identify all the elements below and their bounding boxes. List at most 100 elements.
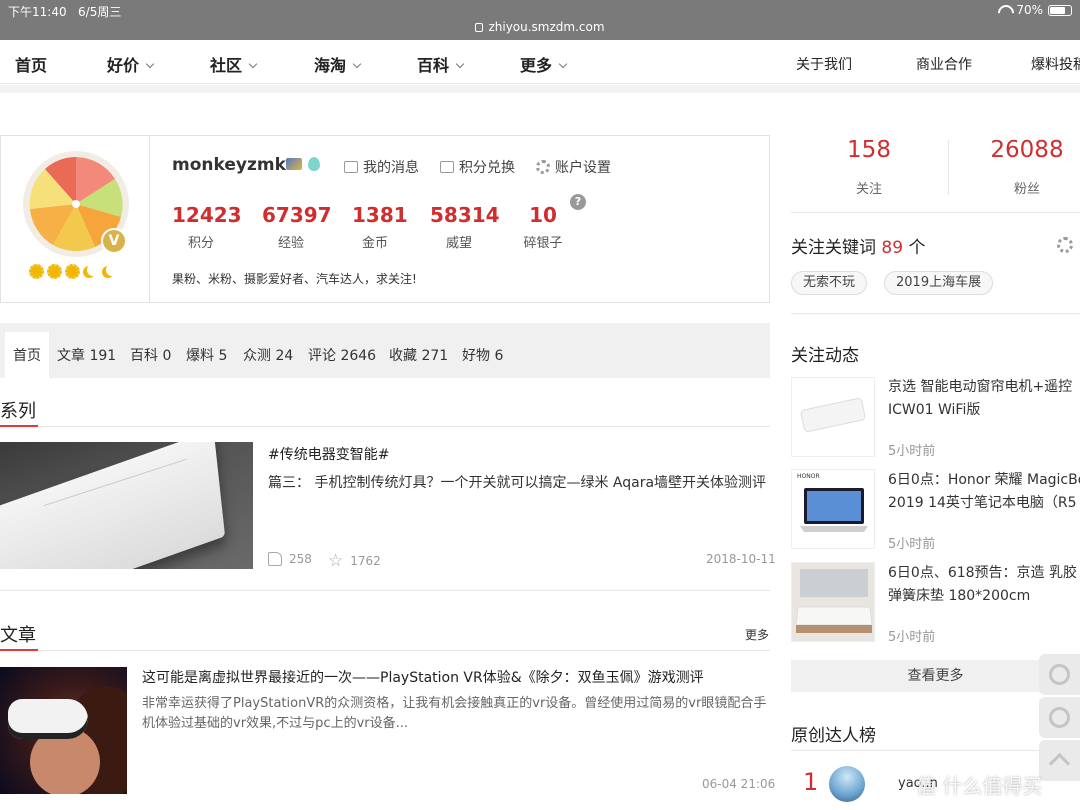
feed-item-text[interactable]: 6日0点：Honor 荣耀 MagicBo 2019 14英寸笔记本电脑（R5 bbox=[888, 469, 1080, 515]
points-exchange-label: 积分兑换 bbox=[459, 160, 515, 176]
verified-badge: V bbox=[101, 228, 127, 254]
sun-icon bbox=[47, 264, 62, 279]
vr-headset-graphic bbox=[8, 699, 88, 739]
series-article-title[interactable]: 篇三： 手机控制传统灯具？一个开关就可以搞定—绿米 Aqara墙壁开关体验测评 bbox=[268, 472, 768, 494]
tab-goods[interactable]: 好物 6 bbox=[462, 345, 503, 365]
series-thumbnail[interactable] bbox=[0, 442, 253, 569]
series-heading: 系列 bbox=[0, 401, 36, 422]
feed-item-time: 5小时前 bbox=[888, 537, 936, 552]
stat-prestige-value: 58314 bbox=[430, 203, 500, 227]
stat-exp-label: 经验 bbox=[277, 236, 304, 251]
series-underline bbox=[0, 425, 38, 427]
account-settings-link[interactable]: 账户设置 bbox=[536, 157, 611, 177]
wifi-icon bbox=[997, 5, 1011, 15]
star-icon: ☆ bbox=[328, 551, 344, 571]
watermark: 值 什么值得买 bbox=[916, 774, 1043, 798]
stat-points-label: 积分 bbox=[187, 236, 214, 251]
chevron-down-icon bbox=[248, 59, 258, 69]
tab-home[interactable]: 首页 bbox=[5, 332, 49, 378]
status-bar: 下午11:40 6/5周三 zhiyou.smzdm.com 70% bbox=[0, 0, 1080, 40]
article-thumbnail[interactable] bbox=[0, 667, 127, 794]
nav-more[interactable]: 更多 bbox=[520, 52, 568, 76]
avatar[interactable] bbox=[829, 766, 865, 802]
tab-tests[interactable]: 众测 24 bbox=[243, 345, 293, 365]
nav-divider bbox=[0, 85, 1080, 93]
stat-prestige-label: 威望 bbox=[445, 236, 472, 251]
stat-exp[interactable]: 67397 经验 bbox=[262, 203, 332, 251]
nav-submit[interactable]: 爆料投稿 bbox=[1031, 54, 1080, 74]
nav-deals[interactable]: 好价 bbox=[107, 52, 155, 76]
chat-float-button[interactable] bbox=[1039, 654, 1080, 695]
series-likes-count: 258 bbox=[289, 552, 312, 566]
nav-more-label: 更多 bbox=[520, 56, 553, 75]
feed-item-image[interactable] bbox=[791, 377, 875, 457]
nav-overseas[interactable]: 海淘 bbox=[314, 52, 362, 76]
article-title[interactable]: 这可能是离虚拟世界最接近的一次——PlayStation VR体验&《除夕：双鱼… bbox=[142, 667, 704, 687]
series-divider bbox=[0, 426, 770, 427]
keyword-tag[interactable]: 2019上海车展 bbox=[884, 271, 994, 295]
tab-favorites[interactable]: 收藏 271 bbox=[389, 345, 448, 365]
tab-deals[interactable]: 爆料 5 bbox=[186, 345, 227, 365]
articles-heading: 文章 bbox=[0, 625, 36, 646]
envelope-icon bbox=[344, 161, 358, 173]
tab-wiki[interactable]: 百科 0 bbox=[130, 345, 171, 365]
rank-number: 1 bbox=[803, 768, 819, 796]
stat-points[interactable]: 12423 积分 bbox=[172, 203, 242, 251]
series-favs-count: 1762 bbox=[350, 554, 381, 568]
feed-item-line2: ICW01 WiFi版 bbox=[888, 402, 981, 418]
nav-home[interactable]: 首页 bbox=[15, 52, 47, 76]
feed-item-line2: 2019 14英寸笔记本电脑（R5 bbox=[888, 495, 1077, 511]
series-date: 2018-10-11 bbox=[706, 552, 776, 566]
see-more-button[interactable]: 查看更多 bbox=[791, 660, 1080, 692]
status-date: 6/5周三 bbox=[78, 5, 122, 19]
nav-community[interactable]: 社区 bbox=[210, 52, 258, 76]
nav-wiki[interactable]: 百科 bbox=[417, 52, 465, 76]
feed-item-line1: 6日0点：Honor 荣耀 MagicBo bbox=[888, 472, 1080, 488]
drop-icon bbox=[308, 157, 320, 171]
stat-prestige[interactable]: 58314 威望 bbox=[430, 203, 500, 251]
moon-icon bbox=[106, 264, 118, 276]
articles-underline bbox=[0, 649, 38, 651]
back-to-top-button[interactable] bbox=[1039, 740, 1080, 781]
tab-comments[interactable]: 评论 2646 bbox=[308, 345, 376, 365]
nav-business[interactable]: 商业合作 bbox=[916, 54, 972, 74]
status-time-text: 下午11:40 bbox=[8, 5, 67, 19]
gear-icon[interactable] bbox=[1057, 237, 1073, 253]
feed-item-text[interactable]: 6日0点、618预告：京造 乳胶 弹簧床垫 180*200cm bbox=[888, 562, 1080, 608]
medal-icon bbox=[286, 158, 302, 170]
stat-gold-label: 金币 bbox=[361, 236, 388, 251]
stat-silver-label: 碎银子 bbox=[523, 236, 563, 251]
status-time: 下午11:40 6/5周三 bbox=[8, 3, 121, 20]
feed-item-line2: 弹簧床垫 180*200cm bbox=[888, 588, 1031, 604]
top-nav: 首页 好价 社区 海淘 百科 更多 关于我们 商业合作 爆料投稿 bbox=[0, 40, 1080, 84]
stat-silver[interactable]: 10 碎银子 bbox=[520, 203, 566, 251]
feed-title: 关注动态 bbox=[791, 346, 859, 366]
keyword-tag[interactable]: 无索不玩 bbox=[791, 271, 868, 295]
feed-item-image[interactable] bbox=[791, 562, 875, 642]
nav-home-label: 首页 bbox=[15, 56, 48, 75]
feed-item-image[interactable]: HONOR bbox=[791, 469, 875, 549]
address-bar[interactable]: zhiyou.smzdm.com bbox=[0, 20, 1080, 34]
series-favs[interactable]: ☆ 1762 bbox=[328, 551, 381, 571]
sun-icon bbox=[65, 264, 80, 279]
nav-about[interactable]: 关于我们 bbox=[796, 54, 852, 74]
follow-count[interactable]: 158 bbox=[794, 137, 944, 163]
articles-more-link[interactable]: 更多 bbox=[745, 626, 769, 643]
help-icon[interactable]: ? bbox=[570, 194, 586, 210]
nav-overseas-label: 海淘 bbox=[314, 56, 347, 75]
help-float-button[interactable] bbox=[1039, 697, 1080, 738]
series-hashtag[interactable]: #传统电器变智能# bbox=[268, 444, 389, 464]
stat-gold[interactable]: 1381 金币 bbox=[352, 203, 408, 251]
tab-articles[interactable]: 文章 191 bbox=[57, 345, 116, 365]
fans-count[interactable]: 26088 bbox=[952, 137, 1080, 163]
gear-icon bbox=[536, 160, 550, 174]
points-exchange-link[interactable]: 积分兑换 bbox=[440, 157, 515, 177]
chevron-down-icon bbox=[145, 59, 155, 69]
series-likes[interactable]: 258 bbox=[268, 552, 312, 566]
gift-icon bbox=[440, 161, 454, 173]
profile-tabs: 首页 文章 191 百科 0 爆料 5 众测 24 评论 2646 收藏 271… bbox=[0, 323, 770, 378]
feed-item-text[interactable]: 京选 智能电动窗帘电机+遥控 ICW01 WiFi版 bbox=[888, 376, 1080, 422]
my-messages-label: 我的消息 bbox=[363, 160, 419, 176]
my-messages-link[interactable]: 我的消息 bbox=[344, 157, 419, 177]
profile-card: V monkeyzmk 我的消息 积分兑换 账户设置 12423 积分 6739… bbox=[0, 135, 770, 303]
